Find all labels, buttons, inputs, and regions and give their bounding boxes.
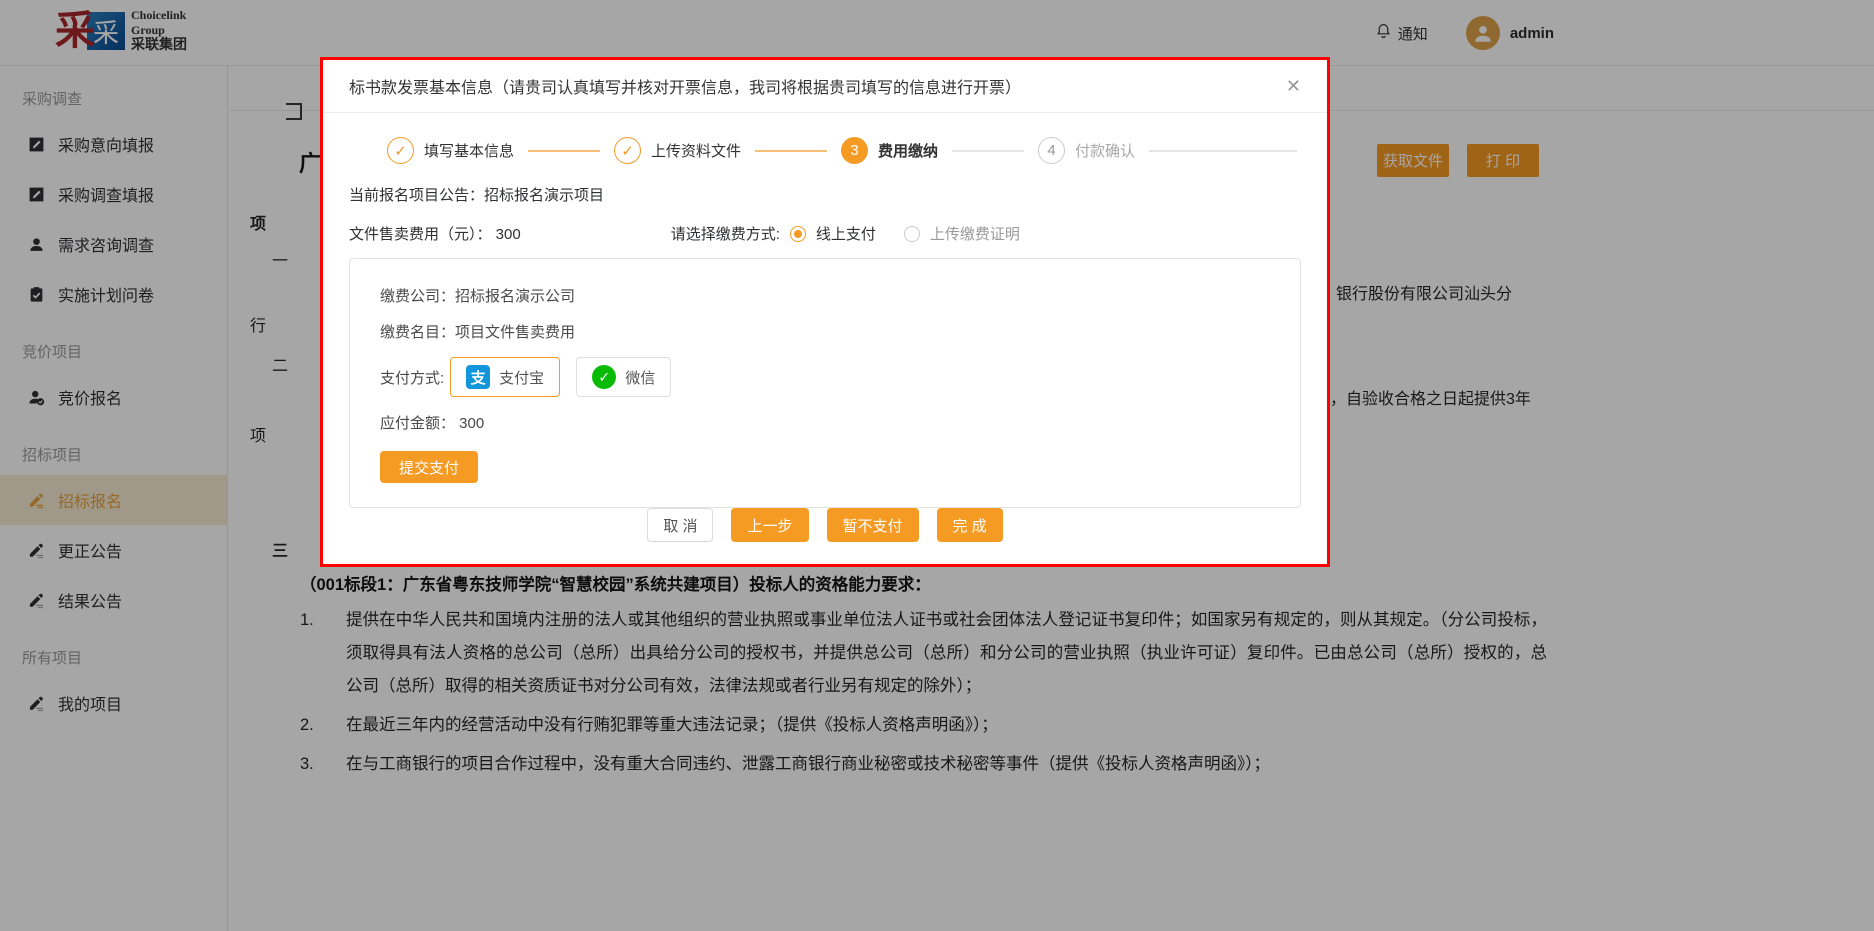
modal-header: 标书款发票基本信息（请贵司认真填写并核对开票信息，我司将根据贵司填写的信息进行开… bbox=[323, 60, 1327, 113]
radio-online-payment[interactable] bbox=[790, 226, 806, 242]
finish-button[interactable]: 完 成 bbox=[937, 508, 1003, 542]
pay-method-label: 请选择缴费方式: bbox=[671, 223, 780, 244]
step-check-icon: ✓ bbox=[387, 137, 414, 164]
submit-payment-button[interactable]: 提交支付 bbox=[380, 451, 478, 483]
step-number: 3 bbox=[841, 137, 868, 164]
amount-row: 应付金额： 300 bbox=[380, 412, 1270, 433]
pay-method-group: 请选择缴费方式: 线上支付 上传缴费证明 bbox=[671, 223, 1038, 244]
pay-item-text: 缴费名目：项目文件售卖费用 bbox=[380, 321, 575, 342]
pay-way-label: 支付方式: bbox=[380, 367, 444, 388]
wechat-label: 微信 bbox=[625, 367, 655, 388]
modal-title: 标书款发票基本信息（请贵司认真填写并核对开票信息，我司将根据贵司填写的信息进行开… bbox=[349, 74, 1021, 98]
step-upload-files: ✓ 上传资料文件 bbox=[614, 137, 741, 164]
pay-item-row: 缴费名目：项目文件售卖费用 bbox=[380, 321, 1270, 342]
current-project-text: 当前报名项目公告：招标报名演示项目 bbox=[349, 184, 604, 205]
step-label: 填写基本信息 bbox=[424, 140, 514, 161]
current-project-row: 当前报名项目公告：招标报名演示项目 bbox=[349, 184, 1301, 205]
close-icon[interactable]: ✕ bbox=[1286, 77, 1301, 95]
prev-step-button[interactable]: 上一步 bbox=[731, 508, 808, 542]
payment-panel: 缴费公司：招标报名演示公司 缴费名目：项目文件售卖费用 支付方式: 支 支付宝 … bbox=[349, 258, 1301, 508]
step-label: 付款确认 bbox=[1075, 140, 1135, 161]
step-number: 4 bbox=[1038, 137, 1065, 164]
step-connector bbox=[755, 150, 827, 152]
fee-row: 文件售卖费用（元）： 300 请选择缴费方式: 线上支付 上传缴费证明 bbox=[349, 223, 1301, 244]
alipay-label: 支付宝 bbox=[499, 367, 544, 388]
invoice-payment-modal: 标书款发票基本信息（请贵司认真填写并核对开票信息，我司将根据贵司填写的信息进行开… bbox=[320, 57, 1330, 567]
step-label: 费用缴纳 bbox=[878, 140, 938, 161]
step-label: 上传资料文件 bbox=[651, 140, 741, 161]
radio-online-label[interactable]: 线上支付 bbox=[816, 223, 876, 244]
step-pay-fee: 3 费用缴纳 bbox=[841, 137, 938, 164]
wechat-icon: ✓ bbox=[592, 365, 616, 389]
modal-footer: 取 消 上一步 暂不支付 完 成 bbox=[323, 508, 1327, 542]
pay-way-row: 支付方式: 支 支付宝 ✓ 微信 bbox=[380, 357, 1270, 397]
step-connector bbox=[1149, 150, 1297, 152]
pay-company-row: 缴费公司：招标报名演示公司 bbox=[380, 285, 1270, 306]
wechat-button[interactable]: ✓ 微信 bbox=[576, 357, 671, 397]
pay-later-button[interactable]: 暂不支付 bbox=[827, 508, 919, 542]
step-connector bbox=[952, 150, 1024, 152]
radio-upload-proof[interactable] bbox=[904, 226, 920, 242]
page-root: 采 采 Choicelink Group 采联集团 通知 admin 采购调查 bbox=[0, 0, 1874, 931]
alipay-icon: 支 bbox=[466, 365, 490, 389]
cancel-button[interactable]: 取 消 bbox=[647, 508, 713, 542]
fee-text: 文件售卖费用（元）： 300 bbox=[349, 223, 521, 244]
step-fill-basic-info: ✓ 填写基本信息 bbox=[387, 137, 514, 164]
step-payment-confirm: 4 付款确认 bbox=[1038, 137, 1135, 164]
step-wizard: ✓ 填写基本信息 ✓ 上传资料文件 3 费用缴纳 4 付款确认 bbox=[387, 137, 1327, 164]
step-check-icon: ✓ bbox=[614, 137, 641, 164]
pay-company-text: 缴费公司：招标报名演示公司 bbox=[380, 285, 575, 306]
step-connector bbox=[528, 150, 600, 152]
alipay-button[interactable]: 支 支付宝 bbox=[450, 357, 560, 397]
radio-upload-label[interactable]: 上传缴费证明 bbox=[930, 223, 1020, 244]
amount-text: 应付金额： 300 bbox=[380, 412, 484, 433]
